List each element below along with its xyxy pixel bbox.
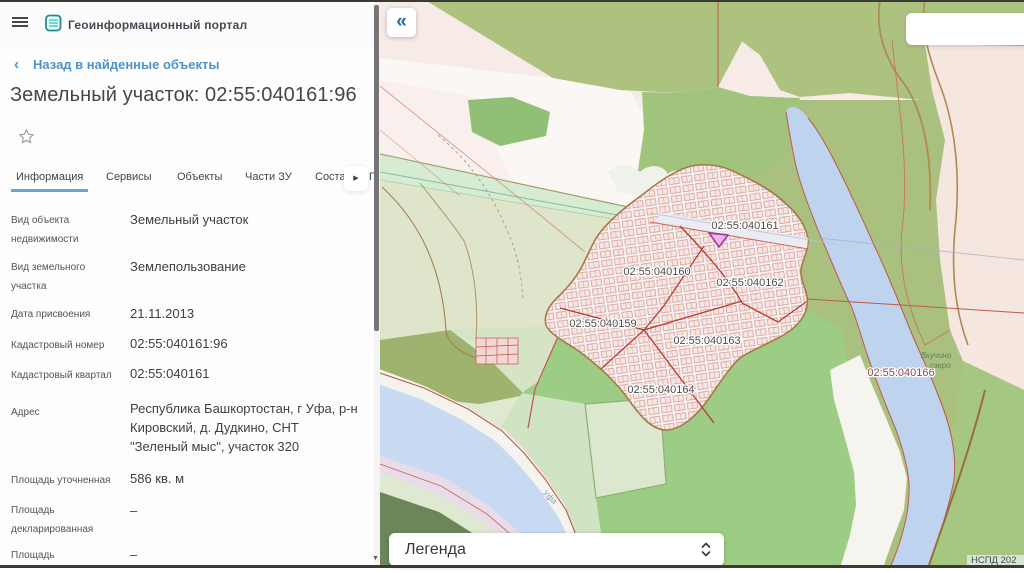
svg-text:02:55:040164: 02:55:040164: [627, 384, 694, 396]
svg-text:02:55:040160: 02:55:040160: [623, 266, 690, 278]
svg-text:Вкучино: Вкучино: [921, 351, 952, 360]
svg-text:озеро: озеро: [929, 361, 951, 370]
svg-text:02:55:040159: 02:55:040159: [569, 318, 636, 330]
svg-text:02:55:040162: 02:55:040162: [716, 277, 783, 289]
svg-text:02:55:040161: 02:55:040161: [711, 220, 778, 232]
svg-text:02:55:040163: 02:55:040163: [673, 335, 740, 347]
svg-text:02:55:040166: 02:55:040166: [867, 367, 934, 379]
